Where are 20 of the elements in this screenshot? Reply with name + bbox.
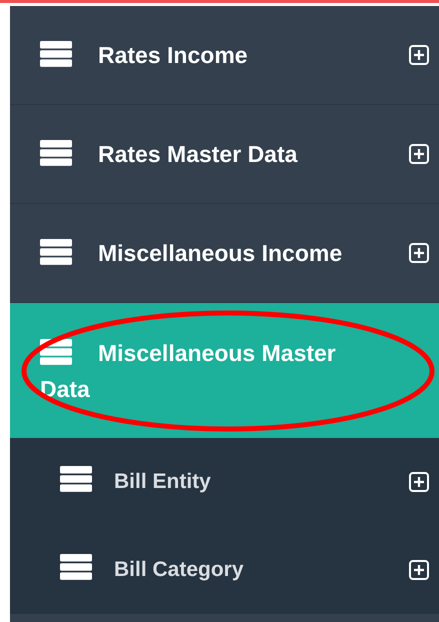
server-icon [40,338,72,364]
server-icon [40,41,72,67]
plus-icon[interactable] [409,472,429,492]
plus-icon[interactable] [409,45,429,65]
menu-item-label: Rates Income [40,42,248,68]
server-icon [40,239,72,265]
server-icon [40,140,72,166]
menu-item-label: Rates Master Data [40,141,298,167]
server-icon [60,466,92,492]
submenu-item-label: Bill Entity [60,470,211,493]
submenu-item[interactable]: Bill Category [10,526,439,614]
plus-icon[interactable] [409,560,429,580]
submenu-item[interactable]: Bill Entity [10,438,439,526]
menu-item-label: Miscellaneous Income [40,240,342,266]
menu-item[interactable]: Rates Master Data [10,105,439,204]
menu-item[interactable]: Rates Income [10,6,439,105]
submenu-item-label: Bill Category [60,558,244,581]
plus-icon[interactable] [409,243,429,263]
server-icon [60,554,92,580]
plus-icon[interactable] [409,144,429,164]
